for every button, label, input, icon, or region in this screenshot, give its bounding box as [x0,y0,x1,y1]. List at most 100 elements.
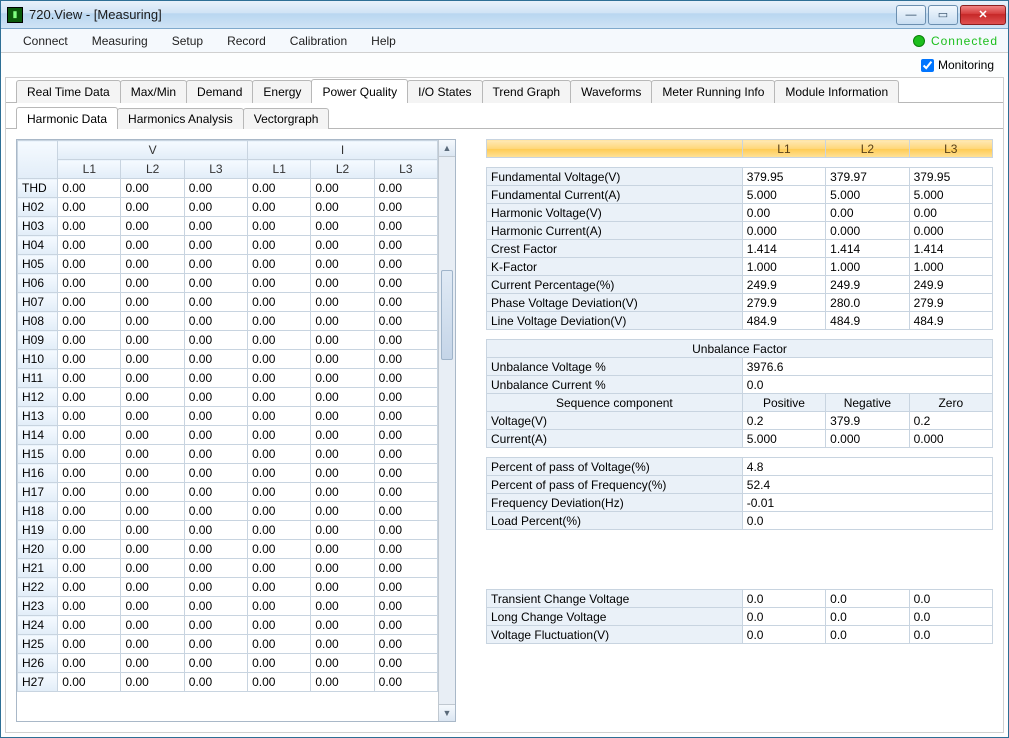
cell: 0.00 [121,464,184,483]
maximize-button[interactable]: ▭ [928,5,958,25]
menu-connect[interactable]: Connect [11,31,80,51]
row-header: H15 [18,445,58,464]
menu-calibration[interactable]: Calibration [278,31,359,51]
measure-label: Harmonic Voltage(V) [487,204,743,222]
cell: 0.00 [311,350,374,369]
row-header: H22 [18,578,58,597]
cell: 0.00 [121,483,184,502]
cell: 0.00 [311,635,374,654]
menu-setup[interactable]: Setup [160,31,215,51]
cell: 0.00 [184,236,247,255]
row-header: H12 [18,388,58,407]
table-row: H120.000.000.000.000.000.00 [18,388,438,407]
measure-value: 5.000 [909,186,992,204]
tab-i-o-states[interactable]: I/O States [407,80,482,103]
table-row: H170.000.000.000.000.000.00 [18,483,438,502]
cell: 0.00 [248,179,311,198]
cell: 0.00 [184,293,247,312]
row-header: H19 [18,521,58,540]
cell: 0.00 [248,654,311,673]
cell: 0.00 [58,445,121,464]
cell: 0.00 [248,464,311,483]
cell: 0.00 [248,616,311,635]
cell: 0.00 [248,635,311,654]
measure-value: -0.01 [742,494,992,512]
cell: 0.00 [58,274,121,293]
minimize-button[interactable]: — [896,5,926,25]
menu-help[interactable]: Help [359,31,408,51]
tab-max-min[interactable]: Max/Min [120,80,187,103]
row-header: H13 [18,407,58,426]
cell: 0.00 [311,198,374,217]
measure-value: 0.0 [826,590,909,608]
tab-demand[interactable]: Demand [186,80,253,103]
monitoring-checkbox[interactable] [921,59,934,72]
measure-label: Fundamental Current(A) [487,186,743,204]
cell: 0.00 [184,616,247,635]
cell: 0.00 [248,217,311,236]
row-header: H02 [18,198,58,217]
subtab-vectorgraph[interactable]: Vectorgraph [243,108,330,129]
measure-value: 379.9 [826,412,909,430]
table-row: H240.000.000.000.000.000.00 [18,616,438,635]
cell: 0.00 [121,559,184,578]
measure-value: 1.414 [826,240,909,258]
cell: 0.00 [121,312,184,331]
cell: 0.00 [184,179,247,198]
tab-power-quality[interactable]: Power Quality [311,79,408,103]
cell: 0.00 [58,502,121,521]
table-row: H040.000.000.000.000.000.00 [18,236,438,255]
table-row: H140.000.000.000.000.000.00 [18,426,438,445]
tab-real-time-data[interactable]: Real Time Data [16,80,121,103]
cell: 0.00 [121,369,184,388]
cell: 0.00 [58,312,121,331]
col-header: L1 [248,160,311,179]
menu-measuring[interactable]: Measuring [80,31,160,51]
cell: 0.00 [121,198,184,217]
close-button[interactable]: ✕ [960,5,1006,25]
tab-module-information[interactable]: Module Information [774,80,899,103]
table-row: H150.000.000.000.000.000.00 [18,445,438,464]
row-header: H18 [18,502,58,521]
cell: 0.00 [184,483,247,502]
measure-value: 1.000 [909,258,992,276]
scroll-down-button[interactable]: ▼ [439,704,455,721]
table-row: H020.000.000.000.000.000.00 [18,198,438,217]
vertical-scrollbar[interactable]: ▲ ▼ [438,140,455,721]
measure-value: 379.97 [826,168,909,186]
row-header: H16 [18,464,58,483]
cell: 0.00 [311,445,374,464]
table-row: H270.000.000.000.000.000.00 [18,673,438,692]
cell: 0.00 [374,502,437,521]
subtab-harmonic-data[interactable]: Harmonic Data [16,107,118,129]
measure-value: 0.00 [826,204,909,222]
menu-record[interactable]: Record [215,31,278,51]
table-row: H110.000.000.000.000.000.00 [18,369,438,388]
subtab-harmonics-analysis[interactable]: Harmonics Analysis [117,108,244,129]
measure-label: Unbalance Current % [487,376,743,394]
table-row: H060.000.000.000.000.000.00 [18,274,438,293]
cell: 0.00 [121,407,184,426]
cell: 0.00 [248,502,311,521]
power-quality-body: VIL1L2L3L1L2L3THD0.000.000.000.000.000.0… [6,129,1003,732]
monitoring-checkbox-wrap[interactable]: Monitoring [921,58,994,72]
row-header: H04 [18,236,58,255]
measure-value: 249.9 [826,276,909,294]
table-row: H070.000.000.000.000.000.00 [18,293,438,312]
measure-label: Transient Change Voltage [487,590,743,608]
measurements-table: L1L2L3Fundamental Voltage(V)379.95379.97… [486,139,993,644]
scroll-up-button[interactable]: ▲ [439,140,455,157]
cell: 0.00 [374,521,437,540]
cell: 0.00 [184,350,247,369]
tab-waveforms[interactable]: Waveforms [570,80,652,103]
tab-meter-running-info[interactable]: Meter Running Info [651,80,775,103]
tab-energy[interactable]: Energy [252,80,312,103]
cell: 0.00 [121,445,184,464]
cell: 0.00 [374,559,437,578]
cell: 0.00 [374,312,437,331]
scroll-thumb[interactable] [441,270,453,360]
cell: 0.00 [248,312,311,331]
cell: 0.00 [374,293,437,312]
cell: 0.00 [121,597,184,616]
tab-trend-graph[interactable]: Trend Graph [482,80,572,103]
